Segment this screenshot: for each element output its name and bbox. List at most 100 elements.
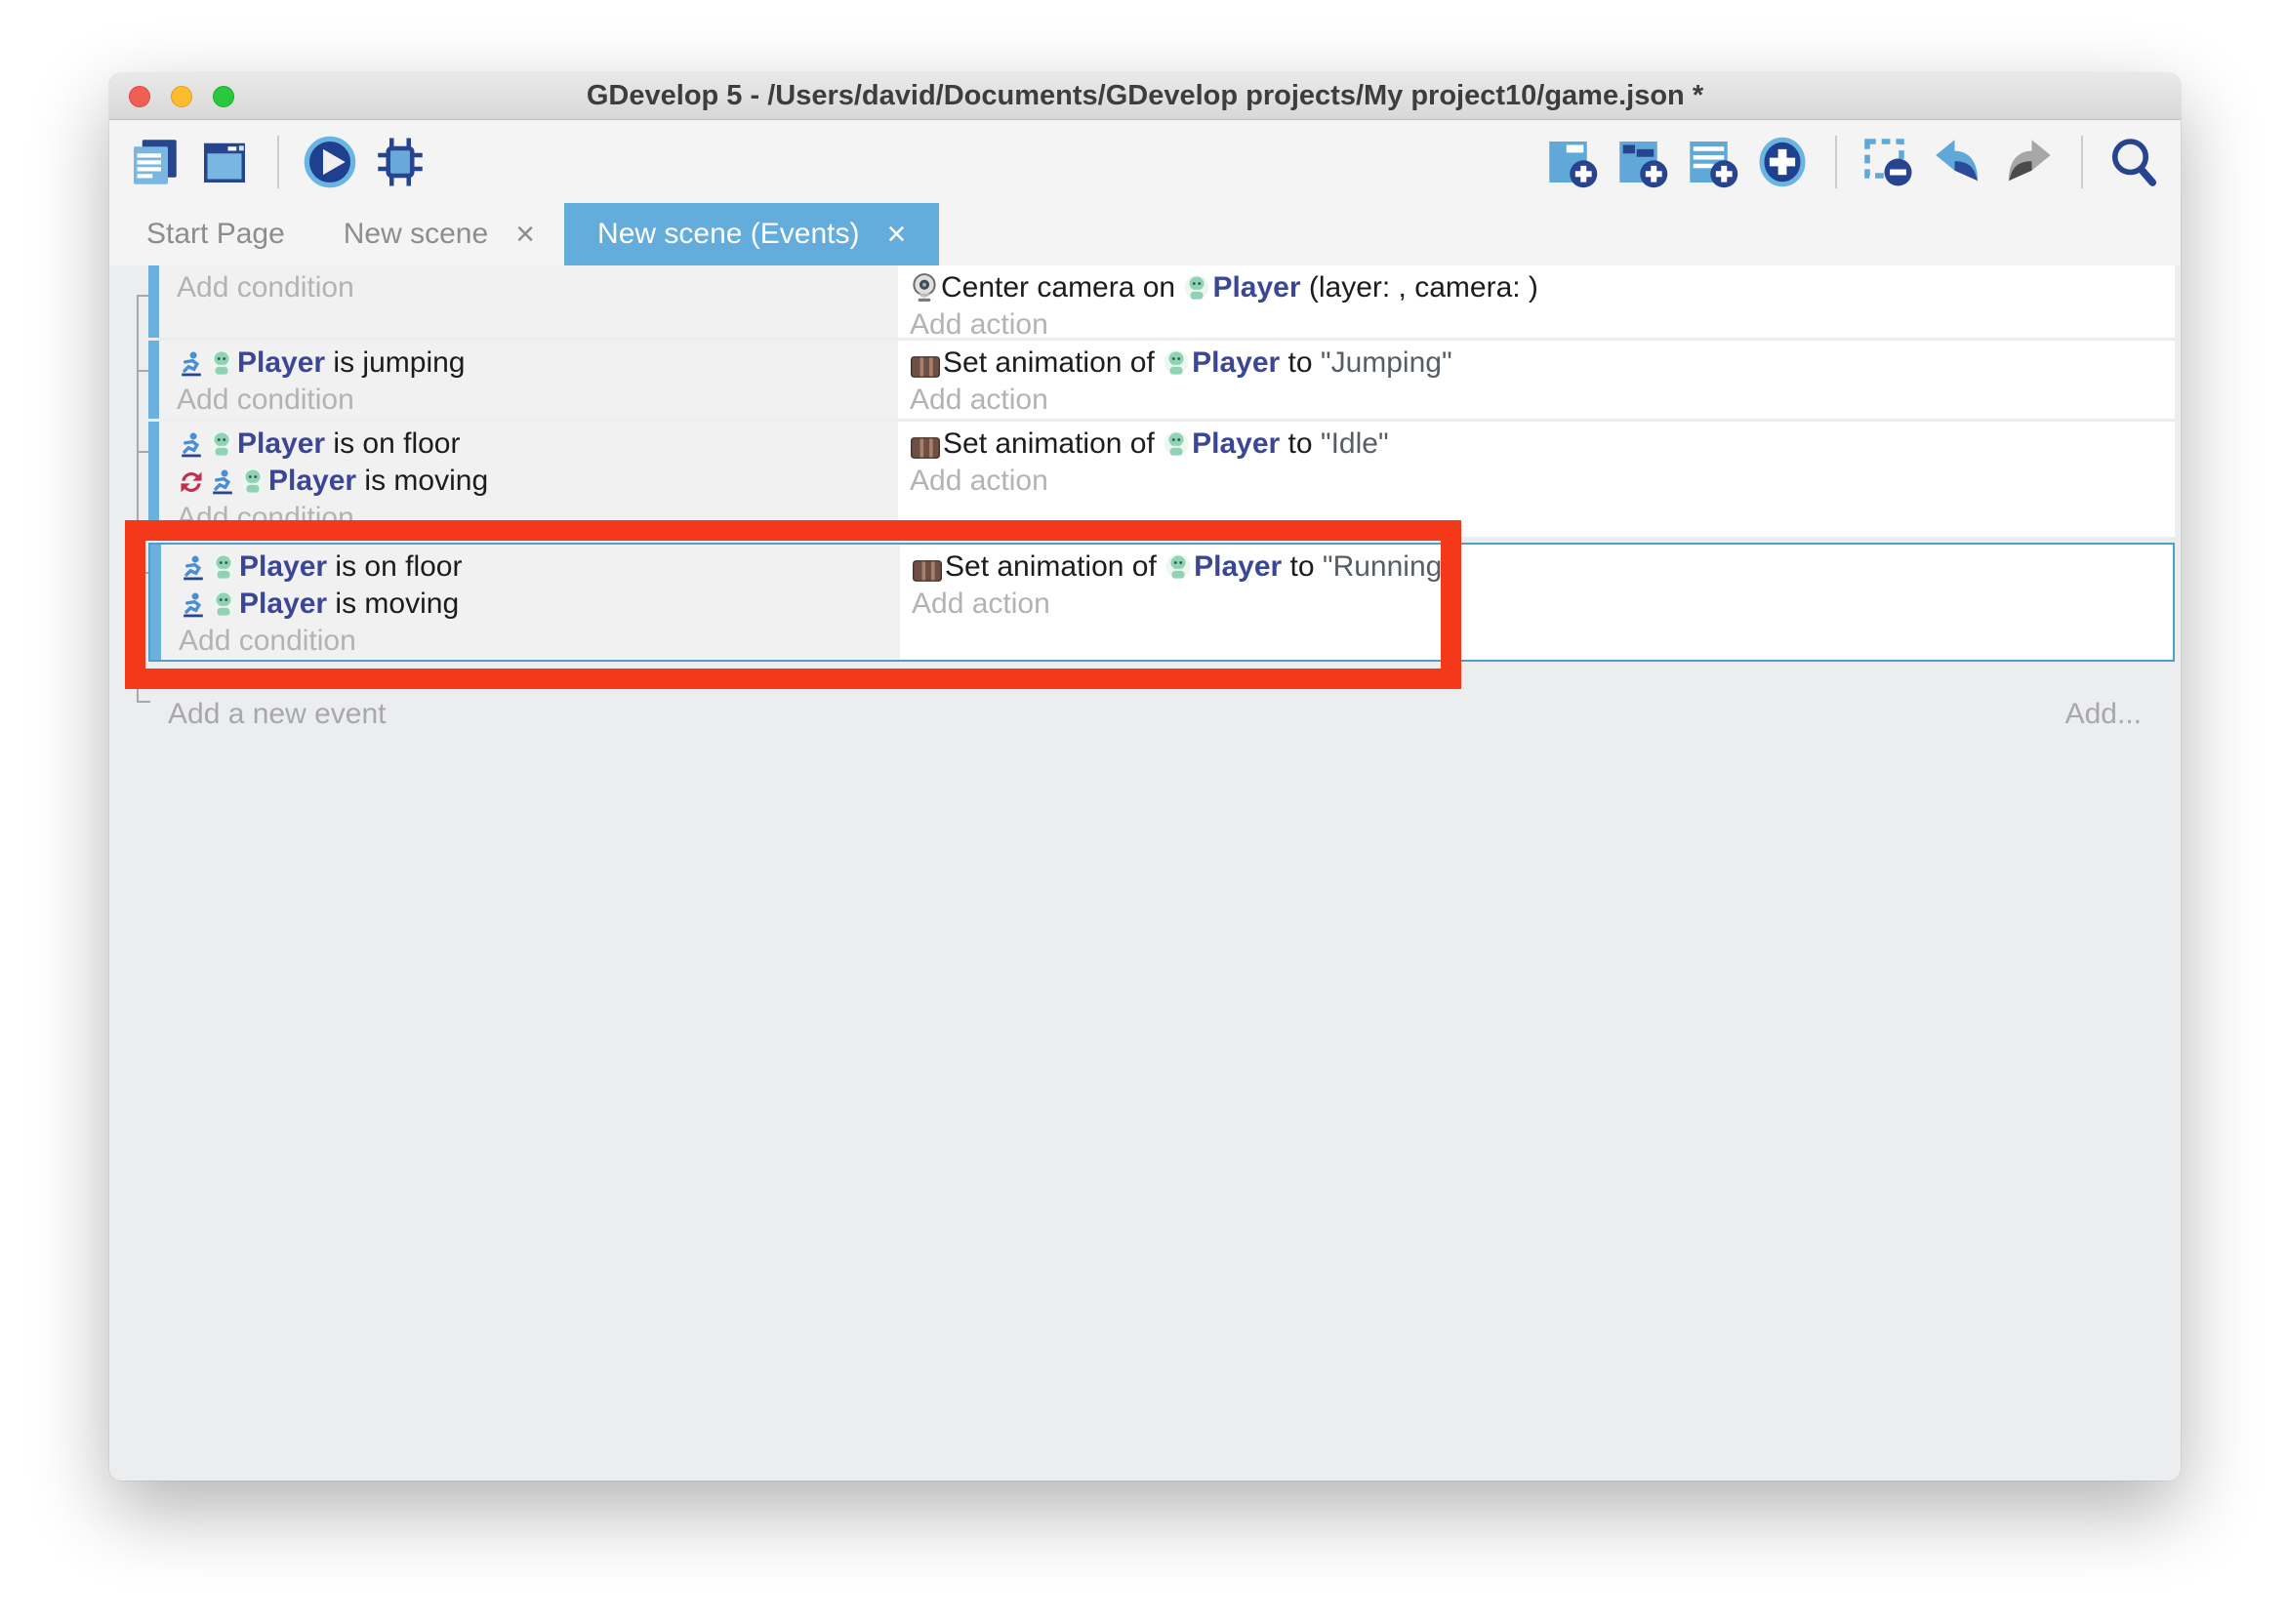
add-event-button[interactable] bbox=[1542, 132, 1603, 192]
animation-icon bbox=[911, 356, 940, 378]
object-name: Player bbox=[237, 346, 325, 379]
actions-column[interactable]: Set animation of Player to "Idle" Add ac… bbox=[898, 422, 2175, 537]
undo-button[interactable] bbox=[1929, 132, 1989, 192]
player-object-icon bbox=[1184, 274, 1209, 303]
condition-text: is moving bbox=[327, 588, 459, 620]
events-footer: Add a new event Add... bbox=[148, 693, 2175, 736]
redo-button[interactable] bbox=[1999, 132, 2060, 192]
scene-editor-button[interactable] bbox=[195, 132, 256, 192]
object-name: Player bbox=[1192, 346, 1280, 379]
title-bar: GDevelop 5 - /Users/david/Documents/GDev… bbox=[109, 73, 2181, 120]
object-name: Player bbox=[268, 465, 356, 497]
condition-line[interactable]: Player is jumping bbox=[177, 345, 898, 382]
debug-button[interactable] bbox=[371, 132, 431, 192]
condition-line[interactable]: Player is on floor bbox=[177, 426, 898, 463]
close-tab-icon[interactable]: × bbox=[515, 218, 535, 251]
object-name: Player bbox=[239, 550, 327, 583]
object-name: Player bbox=[1212, 271, 1300, 304]
event-drag-handle[interactable] bbox=[150, 545, 161, 660]
tab-label: New scene bbox=[344, 218, 488, 251]
action-line[interactable]: Center camera on Player (layer: , camera… bbox=[910, 269, 2175, 306]
events-sheet: Add condition Center camera on Player (l… bbox=[109, 265, 2181, 1481]
conditions-column[interactable]: Player is on floor Player is moving Add … bbox=[159, 422, 898, 537]
not-icon bbox=[178, 468, 205, 496]
event-row[interactable]: Player is on floor Player is moving Add … bbox=[148, 422, 2175, 537]
toolbar-divider bbox=[2081, 136, 2083, 188]
condition-line[interactable]: Player is on floor bbox=[179, 548, 900, 586]
add-comment-button[interactable] bbox=[1683, 132, 1743, 192]
conditions-column[interactable]: Player is on floor Player is moving Add … bbox=[161, 545, 900, 660]
event-drag-handle[interactable] bbox=[148, 422, 159, 537]
event-drag-handle[interactable] bbox=[148, 265, 159, 338]
camera-icon bbox=[911, 272, 938, 303]
action-text: Set animation of bbox=[943, 427, 1163, 460]
event-row[interactable]: Add condition Center camera on Player (l… bbox=[148, 265, 2175, 338]
player-object-icon bbox=[1165, 553, 1191, 582]
add-subevent-button[interactable] bbox=[1613, 132, 1673, 192]
toolbar-left-group bbox=[125, 132, 431, 192]
add-condition-link[interactable]: Add condition bbox=[177, 269, 898, 306]
event-row[interactable]: Player is jumping Add condition Set anim… bbox=[148, 341, 2175, 419]
actions-column[interactable]: Set animation of Player to "Jumping" Add… bbox=[898, 341, 2175, 419]
condition-text: is on floor bbox=[325, 427, 460, 460]
platformer-behavior-icon bbox=[209, 468, 236, 496]
object-name: Player bbox=[1194, 550, 1282, 583]
delete-selection-button[interactable] bbox=[1859, 132, 1919, 192]
search-button[interactable] bbox=[2104, 132, 2165, 192]
add-more-link[interactable]: Add... bbox=[2065, 693, 2142, 736]
platformer-behavior-icon bbox=[178, 431, 205, 459]
player-object-icon bbox=[1164, 349, 1189, 378]
add-new-event-link[interactable]: Add a new event bbox=[168, 693, 387, 736]
condition-line[interactable]: Player is moving bbox=[179, 586, 900, 623]
add-condition-link[interactable]: Add condition bbox=[177, 382, 898, 419]
project-manager-button[interactable] bbox=[125, 132, 185, 192]
tab-new-scene-events[interactable]: New scene (Events) × bbox=[564, 203, 939, 265]
player-object-icon bbox=[209, 349, 234, 378]
debug-icon bbox=[373, 135, 428, 189]
minimize-window-button[interactable] bbox=[171, 86, 192, 107]
object-name: Player bbox=[1192, 427, 1280, 460]
conditions-column[interactable]: Player is jumping Add condition bbox=[159, 341, 898, 419]
tab-bar: Start Page New scene × New scene (Events… bbox=[109, 203, 2181, 265]
animation-icon bbox=[911, 437, 940, 459]
event-drag-handle[interactable] bbox=[148, 341, 159, 419]
add-action-link[interactable]: Add action bbox=[910, 306, 2175, 344]
condition-text: is on floor bbox=[327, 550, 462, 583]
event-row-selected[interactable]: Player is on floor Player is moving Add … bbox=[148, 543, 2175, 662]
action-line[interactable]: Set animation of Player to "Running" bbox=[912, 548, 2173, 586]
action-text: Set animation of bbox=[943, 346, 1163, 379]
platformer-behavior-icon bbox=[180, 591, 207, 619]
choose-add-event-icon bbox=[1755, 135, 1810, 189]
player-object-icon bbox=[209, 430, 234, 459]
close-window-button[interactable] bbox=[129, 86, 150, 107]
tab-new-scene[interactable]: New scene × bbox=[314, 203, 564, 265]
search-icon bbox=[2106, 135, 2161, 189]
tab-start-page[interactable]: Start Page bbox=[117, 203, 314, 265]
toolbar-divider bbox=[1835, 136, 1837, 188]
add-condition-link[interactable]: Add condition bbox=[177, 500, 898, 537]
condition-line[interactable]: Player is moving bbox=[177, 463, 898, 500]
add-comment-icon bbox=[1685, 135, 1739, 189]
actions-column[interactable]: Set animation of Player to "Running" Add… bbox=[900, 545, 2173, 660]
conditions-column[interactable]: Add condition bbox=[159, 265, 898, 338]
add-condition-link[interactable]: Add condition bbox=[179, 623, 900, 660]
actions-column[interactable]: Center camera on Player (layer: , camera… bbox=[898, 265, 2175, 338]
animation-icon bbox=[913, 560, 942, 582]
zoom-window-button[interactable] bbox=[213, 86, 234, 107]
traffic-lights bbox=[129, 73, 234, 120]
action-value: "Idle" bbox=[1321, 427, 1389, 460]
choose-add-event-button[interactable] bbox=[1753, 132, 1814, 192]
gdevelop-window: GDevelop 5 - /Users/david/Documents/GDev… bbox=[109, 73, 2181, 1481]
add-event-icon bbox=[1544, 135, 1599, 189]
delete-icon bbox=[1860, 135, 1915, 189]
platformer-behavior-icon bbox=[180, 554, 207, 582]
action-text: Center camera on bbox=[941, 271, 1183, 304]
toolbar-right-group bbox=[1542, 132, 2165, 192]
play-button[interactable] bbox=[301, 132, 361, 192]
add-action-link[interactable]: Add action bbox=[910, 463, 2175, 500]
add-action-link[interactable]: Add action bbox=[910, 382, 2175, 419]
action-line[interactable]: Set animation of Player to "Jumping" bbox=[910, 345, 2175, 382]
add-action-link[interactable]: Add action bbox=[912, 586, 2173, 623]
action-line[interactable]: Set animation of Player to "Idle" bbox=[910, 426, 2175, 463]
close-tab-icon[interactable]: × bbox=[886, 218, 906, 251]
